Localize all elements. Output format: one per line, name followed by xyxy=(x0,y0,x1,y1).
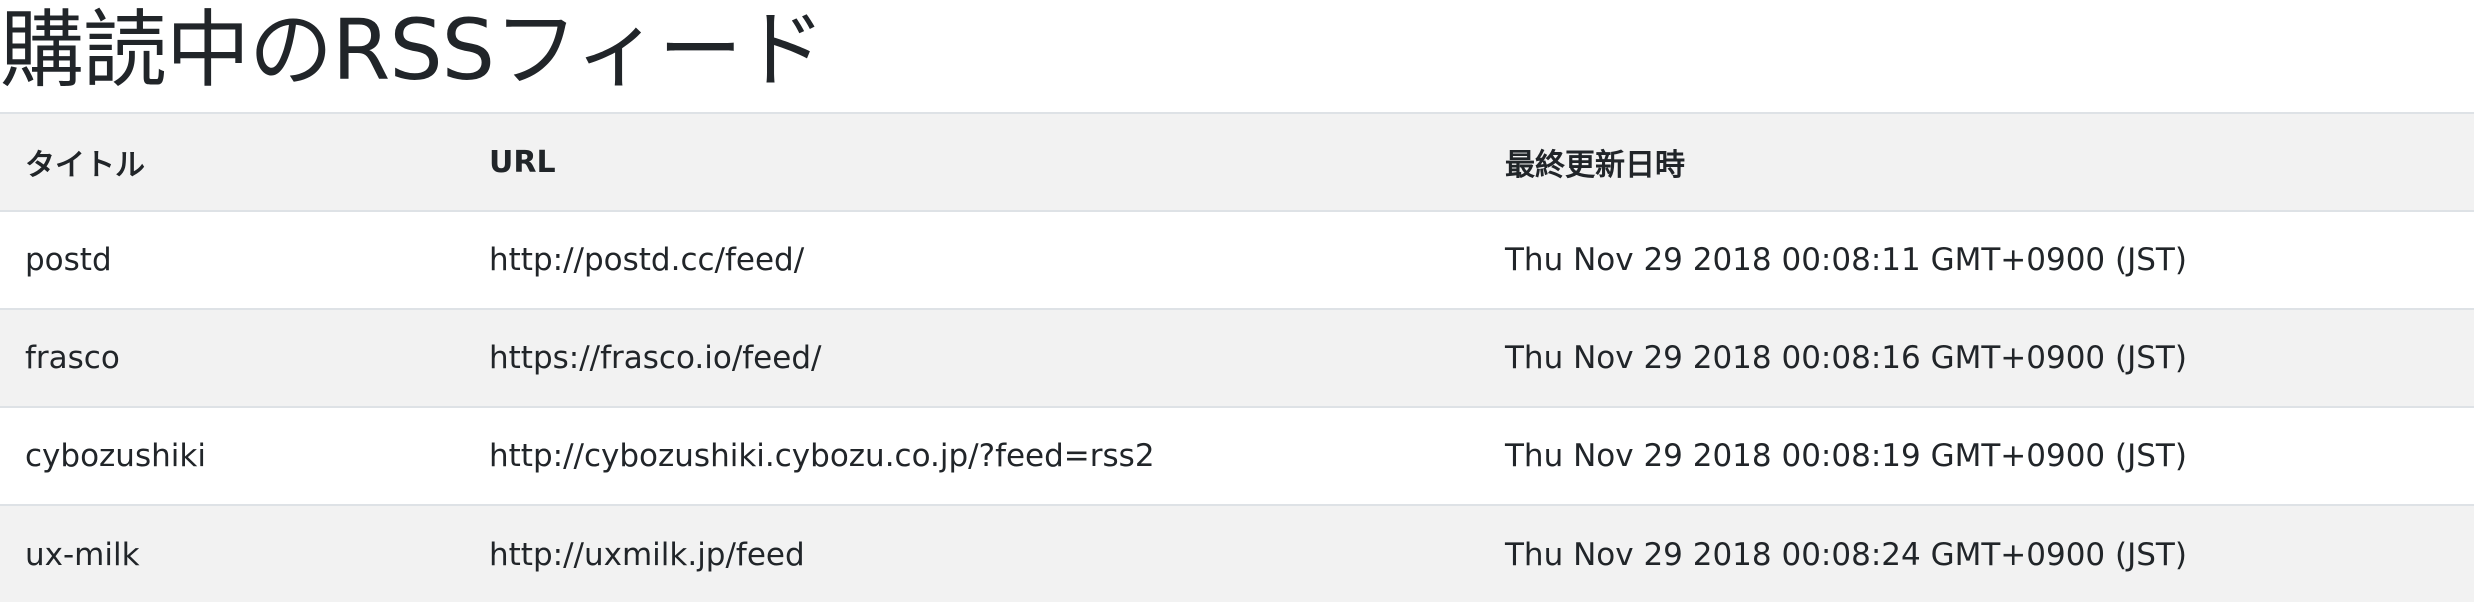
table-row[interactable]: ux-milk http://uxmilk.jp/feed Thu Nov 29… xyxy=(0,504,2474,602)
table-header-row: タイトル URL 最終更新日時 xyxy=(0,112,2474,212)
feed-title-cell: postd xyxy=(0,210,464,309)
feed-title-cell: cybozushiki xyxy=(0,406,464,505)
feed-title-cell: frasco xyxy=(0,308,464,407)
table-body: postd http://postd.cc/feed/ Thu Nov 29 2… xyxy=(0,210,2474,602)
feed-url-cell[interactable]: http://uxmilk.jp/feed xyxy=(464,504,1480,602)
table-row[interactable]: frasco https://frasco.io/feed/ Thu Nov 2… xyxy=(0,308,2474,407)
column-header-url[interactable]: URL xyxy=(464,112,1480,212)
feed-updated-cell: Thu Nov 29 2018 00:08:11 GMT+0900 (JST) xyxy=(1480,210,2474,309)
table-row[interactable]: postd http://postd.cc/feed/ Thu Nov 29 2… xyxy=(0,210,2474,309)
feed-title-cell: ux-milk xyxy=(0,504,464,602)
feed-url-cell[interactable]: https://frasco.io/feed/ xyxy=(464,308,1480,407)
column-header-title[interactable]: タイトル xyxy=(0,112,464,212)
feed-url-cell[interactable]: http://cybozushiki.cybozu.co.jp/?feed=rs… xyxy=(464,406,1480,505)
feed-url-cell[interactable]: http://postd.cc/feed/ xyxy=(464,210,1480,309)
feeds-table: タイトル URL 最終更新日時 postd http://postd.cc/fe… xyxy=(0,112,2474,602)
column-header-updated[interactable]: 最終更新日時 xyxy=(1480,112,2474,212)
table-header: タイトル URL 最終更新日時 xyxy=(0,112,2474,212)
page-title: 購読中のRSSフィード xyxy=(0,1,825,99)
table-row[interactable]: cybozushiki http://cybozushiki.cybozu.co… xyxy=(0,406,2474,505)
feed-updated-cell: Thu Nov 29 2018 00:08:19 GMT+0900 (JST) xyxy=(1480,406,2474,505)
feed-updated-cell: Thu Nov 29 2018 00:08:16 GMT+0900 (JST) xyxy=(1480,308,2474,407)
feed-updated-cell: Thu Nov 29 2018 00:08:24 GMT+0900 (JST) xyxy=(1480,504,2474,602)
